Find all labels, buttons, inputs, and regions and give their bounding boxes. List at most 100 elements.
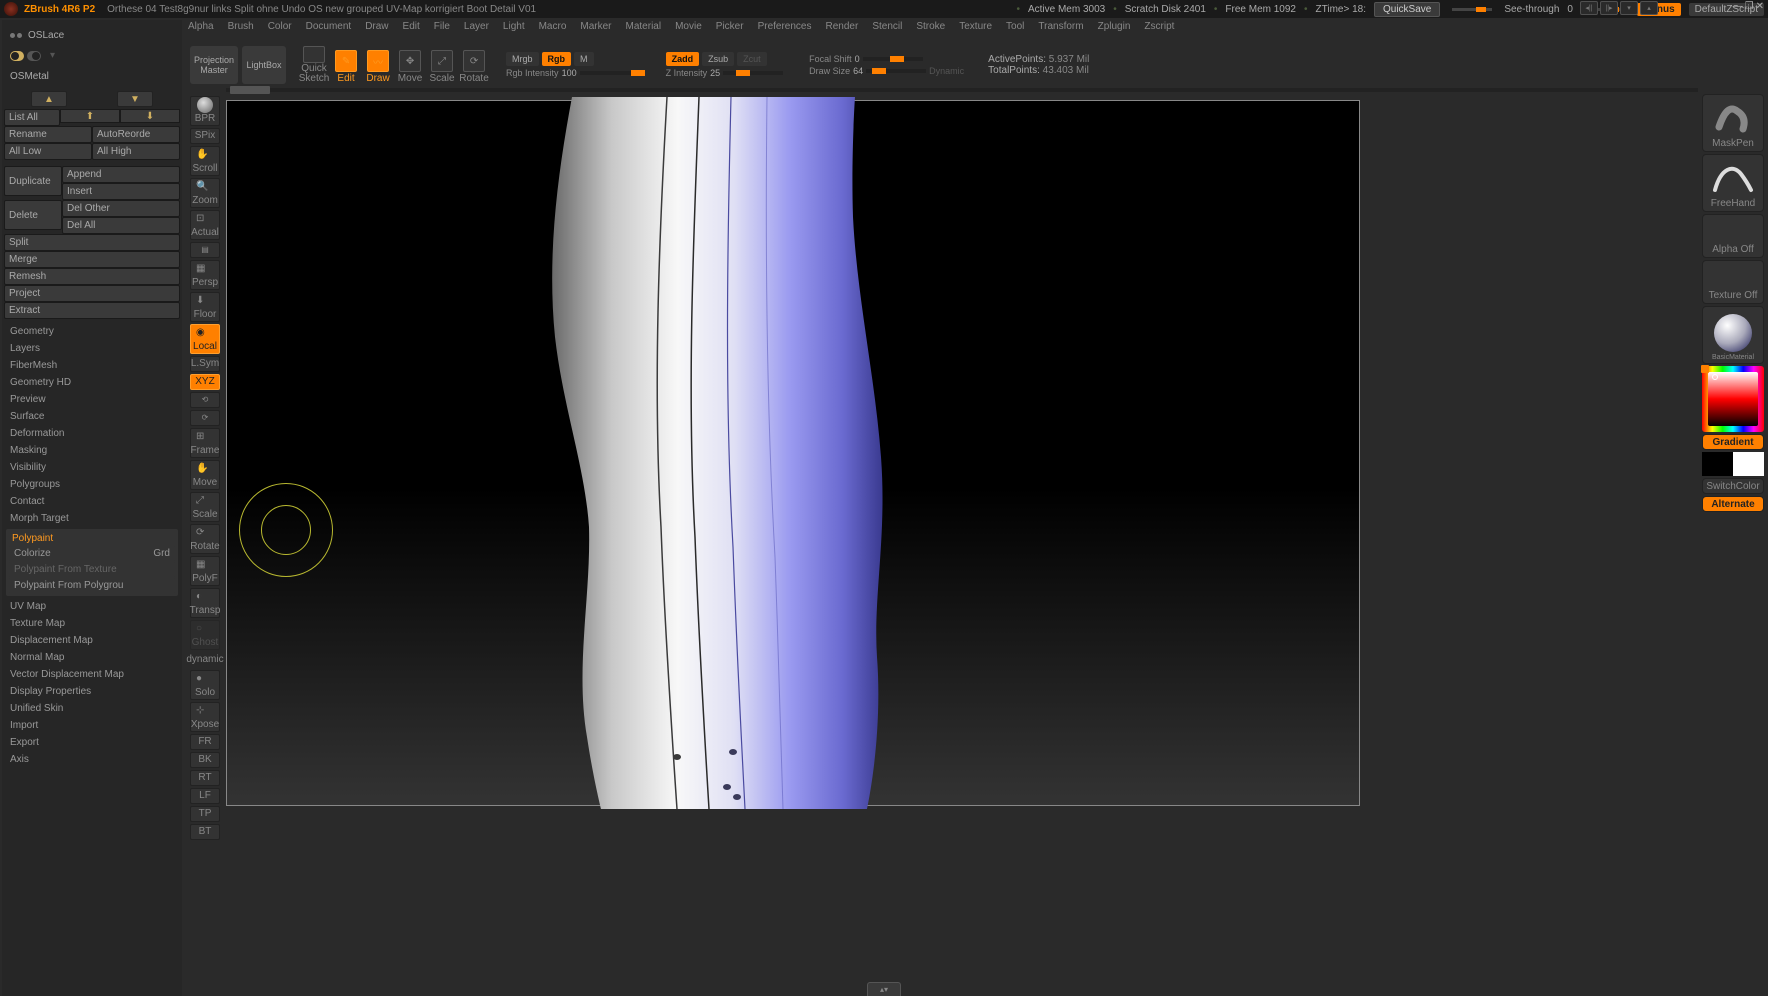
persp-button[interactable]: ▦Persp bbox=[190, 260, 220, 290]
quicksave-slider[interactable] bbox=[1452, 8, 1492, 11]
menu-stroke[interactable]: Stroke bbox=[916, 21, 945, 32]
stroke-picker[interactable]: FreeHand bbox=[1702, 154, 1764, 212]
xpose-button[interactable]: ⊹Xpose bbox=[190, 702, 220, 732]
palette-layers[interactable]: Layers bbox=[6, 340, 178, 357]
subtool-oslace[interactable]: OSLace bbox=[4, 23, 180, 47]
move-nav-button[interactable]: ✋Move bbox=[190, 460, 220, 490]
menu-document[interactable]: Document bbox=[306, 21, 352, 32]
menu-layer[interactable]: Layer bbox=[464, 21, 489, 32]
list-all-button[interactable]: List All bbox=[4, 109, 60, 126]
dynamic-label[interactable]: Dynamic bbox=[929, 66, 964, 76]
polypaint-from-polygroup[interactable]: Polypaint From Polygrou bbox=[8, 578, 176, 593]
menu-preferences[interactable]: Preferences bbox=[758, 21, 812, 32]
menu-macro[interactable]: Macro bbox=[539, 21, 567, 32]
palette-normal-map[interactable]: Normal Map bbox=[6, 649, 178, 666]
aux-btn-2[interactable]: ||▸ bbox=[1600, 1, 1618, 15]
spix-button[interactable]: SPix bbox=[190, 128, 220, 144]
menu-zscript[interactable]: Zscript bbox=[1144, 21, 1174, 32]
colorize-button[interactable]: ColorizeGrd bbox=[8, 546, 176, 561]
brush-picker[interactable]: MaskPen bbox=[1702, 94, 1764, 152]
zcut-button[interactable]: Zcut bbox=[737, 52, 767, 66]
focal-shift-slider[interactable] bbox=[863, 57, 923, 61]
palette-import[interactable]: Import bbox=[6, 717, 178, 734]
polyf-button[interactable]: ▦PolyF bbox=[190, 556, 220, 586]
color-picker[interactable] bbox=[1702, 366, 1764, 432]
palette-fibermesh[interactable]: FiberMesh bbox=[6, 357, 178, 374]
view-lf-button[interactable]: LF bbox=[190, 788, 220, 804]
draw-size-slider[interactable] bbox=[866, 69, 926, 73]
alpha-picker[interactable]: Alpha Off bbox=[1702, 214, 1764, 258]
palette-visibility[interactable]: Visibility bbox=[6, 459, 178, 476]
palette-morph-target[interactable]: Morph Target bbox=[6, 510, 178, 527]
texture-picker[interactable]: Texture Off bbox=[1702, 260, 1764, 304]
all-low-button[interactable]: All Low bbox=[4, 143, 92, 160]
floor-button[interactable]: ⬇Floor bbox=[190, 292, 220, 322]
del-other-button[interactable]: Del Other bbox=[62, 200, 180, 217]
palette-deformation[interactable]: Deformation bbox=[6, 425, 178, 442]
aux-btn-3[interactable]: ▾ bbox=[1620, 1, 1638, 15]
menu-material[interactable]: Material bbox=[626, 21, 662, 32]
rgb-button[interactable]: Rgb bbox=[542, 52, 572, 66]
move-button[interactable]: ✥Move bbox=[396, 46, 424, 84]
palette-vector-displacement-map[interactable]: Vector Displacement Map bbox=[6, 666, 178, 683]
zoom-button[interactable]: 🔍Zoom bbox=[190, 178, 220, 208]
zsub-button[interactable]: Zsub bbox=[702, 52, 734, 66]
lsym-button[interactable]: L.Sym bbox=[190, 356, 220, 372]
palette-masking[interactable]: Masking bbox=[6, 442, 178, 459]
lightbox-button[interactable]: LightBox bbox=[242, 46, 286, 84]
del-all-button[interactable]: Del All bbox=[62, 217, 180, 234]
move-down-button[interactable]: ▼ bbox=[117, 91, 153, 107]
close-button[interactable]: ✕ bbox=[1756, 1, 1764, 12]
quicksketch-button[interactable]: Quick Sketch bbox=[300, 46, 328, 84]
move-up-button[interactable]: ▲ bbox=[31, 91, 67, 107]
palette-polygroups[interactable]: Polygroups bbox=[6, 476, 178, 493]
view-bt-button[interactable]: BT bbox=[190, 824, 220, 840]
alternate-button[interactable]: Alternate bbox=[1702, 496, 1764, 512]
view-bk-button[interactable]: BK bbox=[190, 752, 220, 768]
menu-light[interactable]: Light bbox=[503, 21, 525, 32]
polypaint-from-texture[interactable]: Polypaint From Texture bbox=[8, 562, 176, 577]
menu-movie[interactable]: Movie bbox=[675, 21, 702, 32]
split-button[interactable]: Split bbox=[4, 234, 180, 251]
m-button[interactable]: M bbox=[574, 52, 594, 66]
gradient-button[interactable]: Gradient bbox=[1702, 434, 1764, 450]
palette-export[interactable]: Export bbox=[6, 734, 178, 751]
duplicate-button[interactable]: Duplicate bbox=[4, 166, 62, 196]
menu-draw[interactable]: Draw bbox=[365, 21, 388, 32]
menu-alpha[interactable]: Alpha bbox=[188, 21, 214, 32]
bottom-tray-handle[interactable]: ▴▾ bbox=[867, 982, 901, 996]
menu-picker[interactable]: Picker bbox=[716, 21, 744, 32]
palette-uv-map[interactable]: UV Map bbox=[6, 598, 178, 615]
menu-brush[interactable]: Brush bbox=[228, 21, 254, 32]
delete-button[interactable]: Delete bbox=[4, 200, 62, 230]
merge-button[interactable]: Merge bbox=[4, 251, 180, 268]
frame-button[interactable]: ⊞Frame bbox=[190, 428, 220, 458]
transp-button[interactable]: ◐Transp bbox=[190, 588, 220, 618]
nudge-down-button[interactable]: ⬇ bbox=[120, 109, 180, 123]
bpr-button[interactable]: BPR bbox=[190, 96, 220, 126]
remesh-button[interactable]: Remesh bbox=[4, 268, 180, 285]
solo-button[interactable]: ●Solo bbox=[190, 670, 220, 700]
mirror-x-button[interactable]: ⟲ bbox=[190, 392, 220, 408]
mirror-y-button[interactable]: ⟳ bbox=[190, 410, 220, 426]
menu-texture[interactable]: Texture bbox=[959, 21, 992, 32]
nudge-up-button[interactable]: ⬆ bbox=[60, 109, 120, 123]
viewport-canvas[interactable] bbox=[226, 100, 1360, 806]
polypaint-header[interactable]: Polypaint bbox=[8, 531, 176, 546]
menu-color[interactable]: Color bbox=[268, 21, 292, 32]
actual-button[interactable]: ⊡Actual bbox=[190, 210, 220, 240]
rename-button[interactable]: Rename bbox=[4, 126, 92, 143]
palette-contact[interactable]: Contact bbox=[6, 493, 178, 510]
scale-button[interactable]: ⤢Scale bbox=[428, 46, 456, 84]
palette-geometry[interactable]: Geometry bbox=[6, 323, 178, 340]
edit-button[interactable]: ✎Edit bbox=[332, 46, 360, 84]
palette-displacement-map[interactable]: Displacement Map bbox=[6, 632, 178, 649]
append-button[interactable]: Append bbox=[62, 166, 180, 183]
extract-button[interactable]: Extract bbox=[4, 302, 180, 319]
local-button[interactable]: ◉Local bbox=[190, 324, 220, 354]
rotate-button[interactable]: ⟳Rotate bbox=[460, 46, 488, 84]
aux-btn-4[interactable]: ▴ bbox=[1640, 1, 1658, 15]
palette-preview[interactable]: Preview bbox=[6, 391, 178, 408]
ghost-button[interactable]: ○Ghost bbox=[190, 620, 220, 650]
menu-transform[interactable]: Transform bbox=[1038, 21, 1083, 32]
